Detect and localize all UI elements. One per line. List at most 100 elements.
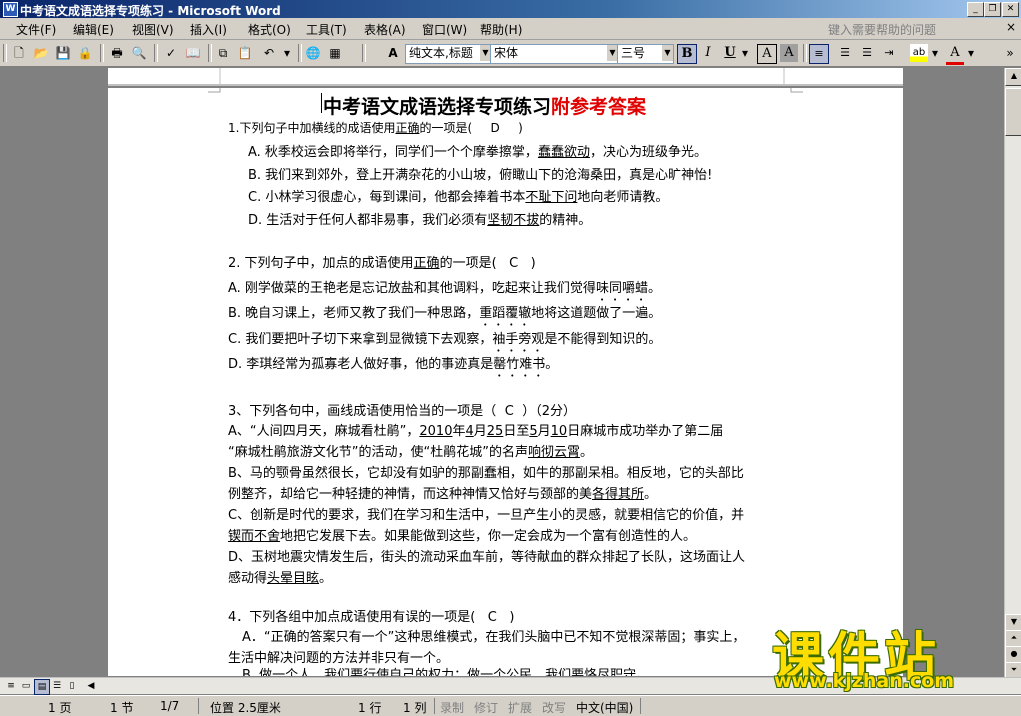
q2-stem: 2. 下列句子中，加点的成语使用正确的一项是(C) (228, 252, 536, 271)
bold-button[interactable]: B (677, 44, 697, 64)
save-icon[interactable]: 💾 (54, 44, 72, 62)
q3-a2-a: “麻城杜鹃旅游文化节”的活动，使“杜鹃花城”的名声 (228, 445, 528, 460)
title-bar: W 中考语文成语选择专项练习 - Microsoft Word _ ❐ ✕ (0, 0, 1021, 18)
q3-a1-h: 5 (529, 424, 538, 439)
q3-option-d-line1: D、玉树地震灾情发生后，街头的流动采血车前，等待献血的群众排起了长队，这场面让人 (228, 550, 746, 565)
q1-d-c: 的精神。 (539, 213, 592, 228)
q1-a-b: 蠢蠢欲动 (537, 145, 590, 160)
font-color-button[interactable]: A (946, 44, 964, 65)
q2-option-c: C. 我们要把叶子切下来拿到显微镜下去观察，袖手旁观是不能得到知识的。 (228, 328, 661, 355)
styles-formatting-icon[interactable]: A (384, 44, 402, 62)
scroll-thumb[interactable] (1005, 88, 1021, 136)
q4-stem: 4．下列各组中加点成语使用有误的一项是(C) (228, 606, 514, 625)
research-icon[interactable]: 📖 (184, 44, 202, 62)
undo-dropdown-icon[interactable]: ▾ (282, 44, 292, 62)
indent-icon[interactable]: ⇥ (880, 44, 898, 62)
q2-a-a: A. 刚学做菜的王艳老是忘记放盐和其他调料，吃起来让我们觉得 (228, 281, 596, 296)
q3-a1-d: 4 (465, 424, 474, 439)
style-dropdown[interactable]: 纯文本,标题 ▼ (405, 44, 492, 64)
menu-tools[interactable]: 工具(T) (306, 21, 347, 38)
new-document-icon[interactable]: 🗋 (10, 44, 28, 62)
q1-c-b: 不耻下问 (525, 190, 578, 205)
outline-view-icon[interactable]: ☰ (50, 679, 64, 693)
permission-icon[interactable]: 🔒 (76, 44, 94, 62)
print-layout-view-icon[interactable]: ▤ (34, 679, 50, 695)
numbering-icon[interactable]: ☰ (836, 44, 854, 62)
q1-stem-b: 正确 (395, 121, 420, 135)
toolbar-grip[interactable] (362, 44, 366, 62)
q4-option-b-line1: B. 做一个人，我们要行使自己的权力；做一个公民，我们要恪尽职守。 (242, 668, 650, 676)
q2-c-a: C. 我们要把叶子切下来拿到显微镜下去观察， (228, 332, 493, 347)
undo-icon[interactable]: ↶ (260, 44, 278, 62)
print-preview-icon[interactable]: 🔍 (130, 44, 148, 62)
q1-d-a: D. 生活对于任何人都非易事，我们必须有 (248, 213, 488, 228)
highlight-dropdown-icon[interactable]: ▾ (930, 44, 940, 62)
q3-option-c-line2: 锲而不舍地把它发展下去。如果能做到这些，你一定会成为一个富有创造性的人。 (228, 525, 696, 544)
normal-view-icon[interactable]: ≡ (4, 679, 18, 693)
chevron-down-icon[interactable]: ▼ (662, 45, 673, 61)
italic-button[interactable]: I (699, 44, 717, 62)
status-extend[interactable]: 扩展 (508, 699, 532, 716)
q3-d2-a: 感动得 (228, 571, 268, 586)
status-overtype[interactable]: 改写 (542, 699, 566, 716)
maximize-button[interactable]: ❐ (984, 2, 1001, 17)
underline-dropdown-icon[interactable]: ▾ (740, 44, 750, 62)
style-value: 纯文本,标题 (409, 46, 473, 60)
toolbar-grip[interactable] (3, 44, 7, 62)
menu-insert[interactable]: 插入(I) (190, 21, 227, 38)
menu-format[interactable]: 格式(O) (248, 21, 291, 38)
toolbar-separator (803, 44, 807, 62)
underline-button[interactable]: U (721, 44, 739, 62)
insert-hyperlink-icon[interactable]: 🌐 (304, 44, 322, 62)
help-search-box[interactable]: 键入需要帮助的问题 (828, 21, 936, 38)
scroll-up-icon[interactable]: ▲ (1005, 68, 1021, 86)
document-title: 中考语文成语选择专项练习附参考答案 (323, 92, 646, 119)
align-center-icon[interactable]: ≡ (809, 44, 829, 64)
menu-edit[interactable]: 编辑(E) (73, 21, 114, 38)
vertical-scrollbar[interactable]: ▲ ▼ ⏶ ● ⏷ (1004, 68, 1021, 680)
q3-b2-b: 各得其所 (592, 487, 645, 502)
toolbar-options-icon[interactable]: » (1004, 44, 1016, 62)
close-button[interactable]: ✕ (1002, 2, 1019, 17)
title-black: 中考语文成语选择专项练习 (323, 96, 552, 118)
status-track-changes[interactable]: 修订 (474, 699, 498, 716)
character-border-button[interactable]: A (757, 44, 777, 64)
word-app-icon[interactable]: W (3, 2, 18, 17)
status-record[interactable]: 录制 (440, 699, 464, 716)
menu-file[interactable]: 文件(F) (16, 21, 56, 38)
horizontal-ruler[interactable] (108, 68, 903, 86)
q1-c-a: C. 小林学习很虚心，每到课间，他都会捧着书本 (248, 190, 526, 205)
status-language: 中文(中国) (576, 701, 634, 715)
status-column: 1 列 (403, 701, 427, 715)
scroll-left-icon[interactable]: ◀ (84, 679, 98, 693)
document-page[interactable]: 中考语文成语选择专项练习附参考答案 1.下列句子中加横线的成语使用正确的一项是(… (108, 88, 903, 676)
q3-a1-j: 10 (550, 424, 568, 439)
bullets-icon[interactable]: ☰ (858, 44, 876, 62)
margin-corner-top-left (208, 88, 221, 93)
print-icon[interactable]: 🖶 (108, 44, 126, 62)
paste-icon[interactable]: 📋 (236, 44, 254, 62)
web-view-icon[interactable]: ▭ (19, 679, 33, 693)
spelling-icon[interactable]: ✓ (162, 44, 180, 62)
close-document-button[interactable]: × (1006, 20, 1016, 34)
q3-b2-c: 。 (644, 487, 658, 502)
minimize-button[interactable]: _ (967, 2, 984, 17)
copy-icon[interactable]: ⧉ (214, 44, 232, 62)
open-folder-icon[interactable]: 📂 (32, 44, 50, 62)
font-color-dropdown-icon[interactable]: ▾ (966, 44, 976, 62)
font-size-dropdown[interactable]: 三号 ▼ (617, 44, 674, 64)
window-title: 中考语文成语选择专项练习 - Microsoft Word (20, 4, 281, 18)
character-shading-button[interactable]: A (780, 44, 798, 62)
menu-view[interactable]: 视图(V) (132, 21, 174, 38)
q4-stem-text: 4．下列各组中加点成语使用有误的一项是( (228, 610, 476, 625)
q3-d2-c: 。 (319, 571, 333, 586)
menu-table[interactable]: 表格(A) (364, 21, 406, 38)
q3-option-c-line1: C、创新是时代的要求，我们在学习和生活中，一旦产生小的灵感，就要相信它的价值，并 (228, 508, 745, 523)
highlight-button[interactable]: ab (910, 44, 928, 62)
font-dropdown[interactable]: 宋体 ▼ (490, 44, 619, 64)
table-icon[interactable]: ▦ (326, 44, 344, 62)
reading-view-icon[interactable]: ▯ (65, 679, 79, 693)
menu-window[interactable]: 窗口(W) (422, 21, 467, 38)
q2-b-b: 重蹈覆辙 (479, 306, 532, 321)
menu-help[interactable]: 帮助(H) (480, 21, 522, 38)
